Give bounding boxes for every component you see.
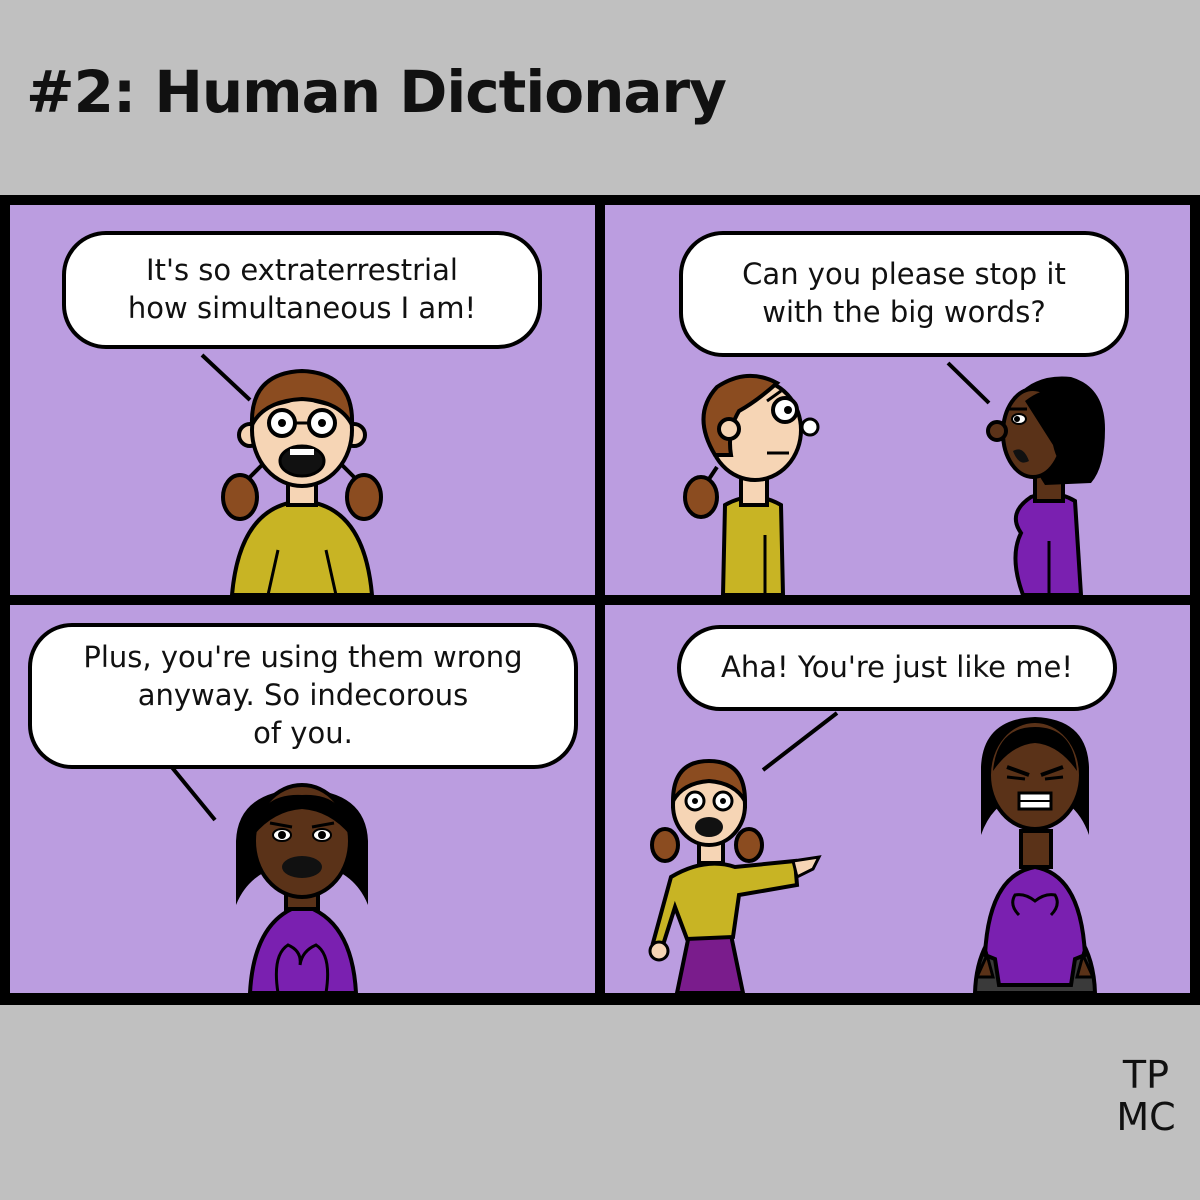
speech-line: It's so extraterrestrial bbox=[146, 253, 458, 288]
speech-bubble: Plus, you're using them wrong anyway. So… bbox=[28, 623, 578, 769]
speech-tail bbox=[946, 361, 991, 405]
speech-tail bbox=[761, 711, 839, 772]
panel-1: It's so extraterrestrial how simultaneou… bbox=[10, 205, 595, 595]
panel-3: Plus, you're using them wrong anyway. So… bbox=[10, 605, 595, 993]
comic-strip: It's so extraterrestrial how simultaneou… bbox=[0, 195, 1200, 1005]
speech-line: with the big words? bbox=[762, 295, 1046, 329]
dark-haired-woman-angry bbox=[972, 717, 1098, 993]
panel-2: Can you please stop it with the big word… bbox=[605, 205, 1190, 595]
dark-haired-woman-annoyed bbox=[236, 783, 368, 993]
speech-tail bbox=[200, 353, 252, 402]
comic-title: #2: Human Dictionary bbox=[26, 58, 727, 126]
speech-line: Can you please stop it bbox=[742, 257, 1066, 292]
speech-bubble: Aha! You're just like me! bbox=[677, 625, 1117, 711]
brown-haired-girl-pointing bbox=[648, 758, 822, 993]
speech-line: anyway. So indecorous bbox=[137, 678, 469, 713]
signature-line: TP bbox=[1122, 1053, 1170, 1097]
artist-signature: TP MC bbox=[1108, 1053, 1184, 1139]
brown-haired-girl-worried bbox=[221, 368, 383, 595]
brown-haired-girl-profile bbox=[683, 373, 820, 595]
speech-line: Plus, you're using them wrong bbox=[83, 640, 523, 675]
speech-bubble: Can you please stop it with the big word… bbox=[679, 231, 1129, 357]
speech-line: how simultaneous I am! bbox=[127, 291, 477, 325]
panel-4: Aha! You're just like me! bbox=[605, 605, 1190, 993]
speech-tail bbox=[168, 763, 217, 822]
speech-line: of you. bbox=[253, 715, 353, 750]
speech-line: Aha! You're just like me! bbox=[721, 650, 1073, 685]
signature-line: MC bbox=[1116, 1094, 1176, 1139]
speech-bubble: It's so extraterrestrial how simultaneou… bbox=[62, 231, 542, 349]
dark-haired-woman-side bbox=[986, 376, 1105, 595]
